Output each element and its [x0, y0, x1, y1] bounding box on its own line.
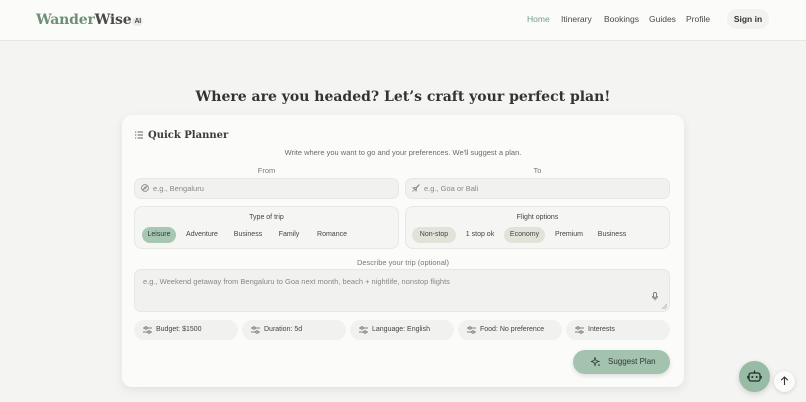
from-placeholder: e.g., Bengaluru	[153, 184, 204, 193]
nav-itinerary[interactable]: Itinerary	[561, 14, 592, 24]
plane-icon	[412, 184, 420, 192]
trip-type-title: Type of trip	[249, 214, 284, 221]
duration-pill[interactable]: Duration: 5d	[242, 320, 346, 340]
description-label: Describe your trip (optional)	[356, 258, 450, 267]
nav-home[interactable]: Home	[527, 14, 550, 24]
food-pill[interactable]: Food: No preference	[458, 320, 562, 340]
nav-bookings[interactable]: Bookings	[604, 14, 639, 24]
chip-flight-business[interactable]: Business	[593, 227, 631, 243]
page-headline: Where are you headed? Let’s craft your p…	[195, 89, 611, 105]
chip-family[interactable]: Family	[273, 227, 305, 243]
from-input[interactable]: e.g., Bengaluru	[134, 178, 399, 199]
language-pill[interactable]: Language: English	[350, 320, 454, 340]
interests-pill[interactable]: Interests	[566, 320, 670, 340]
duration-value: Duration: 5d	[264, 326, 303, 333]
to-placeholder: e.g., Goa or Bali	[424, 184, 479, 193]
arrow-up-icon	[780, 376, 789, 385]
interests-value: Interests	[588, 326, 615, 333]
trip-description-textarea[interactable]: e.g., Weekend getaway from Bengaluru to …	[134, 269, 670, 312]
compass-icon	[141, 184, 149, 192]
resize-handle-icon[interactable]	[662, 304, 667, 309]
chip-leisure[interactable]: Leisure	[142, 227, 176, 243]
chip-romance[interactable]: Romance	[312, 227, 352, 243]
flight-options-title: Flight options	[516, 214, 559, 221]
chip-non-stop[interactable]: Non-stop	[412, 227, 456, 243]
suggest-plan-button[interactable]: Suggest Plan	[573, 350, 670, 374]
signin-button[interactable]: Sign in	[727, 9, 769, 29]
from-label: From	[257, 166, 276, 175]
chip-business[interactable]: Business	[230, 227, 266, 243]
assistant-button[interactable]	[739, 361, 770, 392]
budget-pill[interactable]: Budget: $1500	[134, 320, 238, 340]
sliders-icon	[251, 326, 260, 334]
chip-economy[interactable]: Economy	[504, 227, 545, 243]
trip-type-group: Type of trip Leisure Adventure Business …	[134, 206, 399, 249]
sliders-icon	[359, 326, 368, 334]
sliders-icon	[575, 326, 584, 334]
to-input[interactable]: e.g., Goa or Bali	[405, 178, 670, 199]
robot-icon	[747, 370, 762, 382]
scroll-to-top-button[interactable]	[774, 371, 795, 392]
planner-title-text: Quick Planner	[148, 130, 229, 141]
description-placeholder: e.g., Weekend getaway from Bengaluru to …	[143, 277, 450, 286]
food-value: Food: No preference	[480, 326, 545, 333]
quick-planner-card: Quick Planner Write where you want to go…	[122, 115, 684, 387]
main-nav: Home Itinerary Bookings Guides Profile	[0, 14, 806, 28]
sliders-icon	[143, 326, 152, 334]
list-icon	[135, 131, 143, 139]
planner-title: Quick Planner	[135, 130, 228, 141]
flight-options-group: Flight options Non-stop 1 stop ok Econom…	[405, 206, 670, 249]
suggest-plan-label: Suggest Plan	[608, 357, 656, 366]
nav-profile[interactable]: Profile	[686, 14, 710, 24]
chip-one-stop[interactable]: 1 stop ok	[461, 227, 499, 243]
language-value: Language: English	[372, 326, 430, 333]
budget-value: Budget: $1500	[156, 326, 202, 333]
planner-subtitle: Write where you want to go and your pref…	[284, 148, 522, 157]
sliders-icon	[467, 326, 476, 334]
mic-icon[interactable]	[652, 292, 658, 301]
sparkle-icon	[591, 357, 601, 367]
chip-premium[interactable]: Premium	[550, 227, 588, 243]
to-label: To	[533, 166, 542, 175]
chip-adventure[interactable]: Adventure	[181, 227, 223, 243]
top-navbar: WanderWise AI Home Itinerary Bookings Gui…	[0, 0, 806, 41]
nav-guides[interactable]: Guides	[649, 14, 676, 24]
